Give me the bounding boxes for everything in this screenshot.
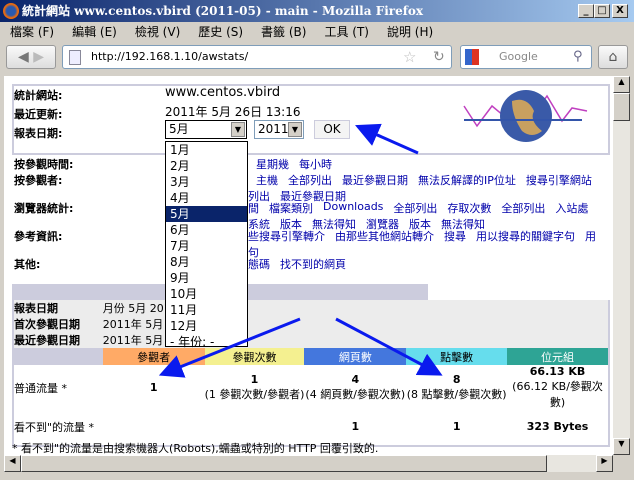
arrow-to-visitors bbox=[158, 317, 301, 378]
scroll-right-icon[interactable]: ▶ bbox=[596, 455, 613, 472]
home-icon: ⌂ bbox=[608, 49, 618, 65]
url-bar[interactable]: http://192.168.1.10/awstats/ ☆ ↻ bbox=[62, 45, 452, 69]
window-title: 統計網站 www.centos.vbird (2011-05) - main -… bbox=[22, 4, 424, 18]
arrow-to-hits bbox=[335, 317, 443, 376]
menu-help[interactable]: 說明 (H) bbox=[387, 22, 433, 42]
search-box[interactable]: Google ⚲ bbox=[460, 45, 592, 69]
menu-edit[interactable]: 編輯 (E) bbox=[72, 22, 117, 42]
back-icon[interactable]: ◀ bbox=[18, 49, 29, 65]
reload-icon[interactable]: ↻ bbox=[433, 46, 445, 68]
google-icon[interactable] bbox=[465, 49, 479, 65]
scroll-left-icon[interactable]: ◀ bbox=[4, 455, 21, 472]
menu-tools[interactable]: 工具 (T) bbox=[324, 22, 369, 42]
menu-history[interactable]: 歷史 (S) bbox=[198, 22, 243, 42]
maximize-button[interactable]: □ bbox=[594, 4, 610, 18]
scroll-thumb[interactable] bbox=[21, 455, 547, 472]
title-bar: 統計網站 www.centos.vbird (2011-05) - main -… bbox=[0, 0, 634, 22]
bookmark-star-icon[interactable]: ☆ bbox=[403, 46, 416, 68]
menu-file[interactable]: 檔案 (F) bbox=[10, 22, 54, 42]
menu-bar: 檔案 (F) 編輯 (E) 檢視 (V) 歷史 (S) 書籤 (B) 工具 (T… bbox=[0, 22, 634, 42]
forward-icon[interactable]: ▶ bbox=[33, 49, 44, 65]
firefox-icon bbox=[3, 3, 19, 19]
scroll-up-icon[interactable]: ▲ bbox=[613, 76, 630, 93]
home-button[interactable]: ⌂ bbox=[598, 45, 628, 69]
back-forward-buttons[interactable]: ◀ ▶ bbox=[6, 45, 56, 69]
vertical-scrollbar[interactable]: ▲ ▼ bbox=[613, 76, 630, 455]
arrow-to-ok bbox=[355, 123, 419, 155]
annotation-arrows bbox=[158, 123, 443, 378]
minimize-button[interactable]: _ bbox=[578, 4, 594, 18]
page-content: 統計網站: www.centos.vbird 最近更新: 2011年 5月 26… bbox=[4, 76, 613, 455]
menu-bookmarks[interactable]: 書籤 (B) bbox=[261, 22, 306, 42]
url-text: http://192.168.1.10/awstats/ bbox=[91, 50, 249, 63]
horizontal-scrollbar[interactable]: ◀ ▶ bbox=[4, 455, 613, 472]
close-button[interactable]: X bbox=[612, 4, 628, 18]
menu-view[interactable]: 檢視 (V) bbox=[135, 22, 180, 42]
search-magnifier-icon[interactable]: ⚲ bbox=[573, 46, 583, 68]
scroll-down-icon[interactable]: ▼ bbox=[613, 438, 630, 455]
page-icon bbox=[69, 50, 81, 65]
search-placeholder: Google bbox=[499, 50, 538, 63]
scroll-thumb[interactable] bbox=[613, 93, 630, 121]
